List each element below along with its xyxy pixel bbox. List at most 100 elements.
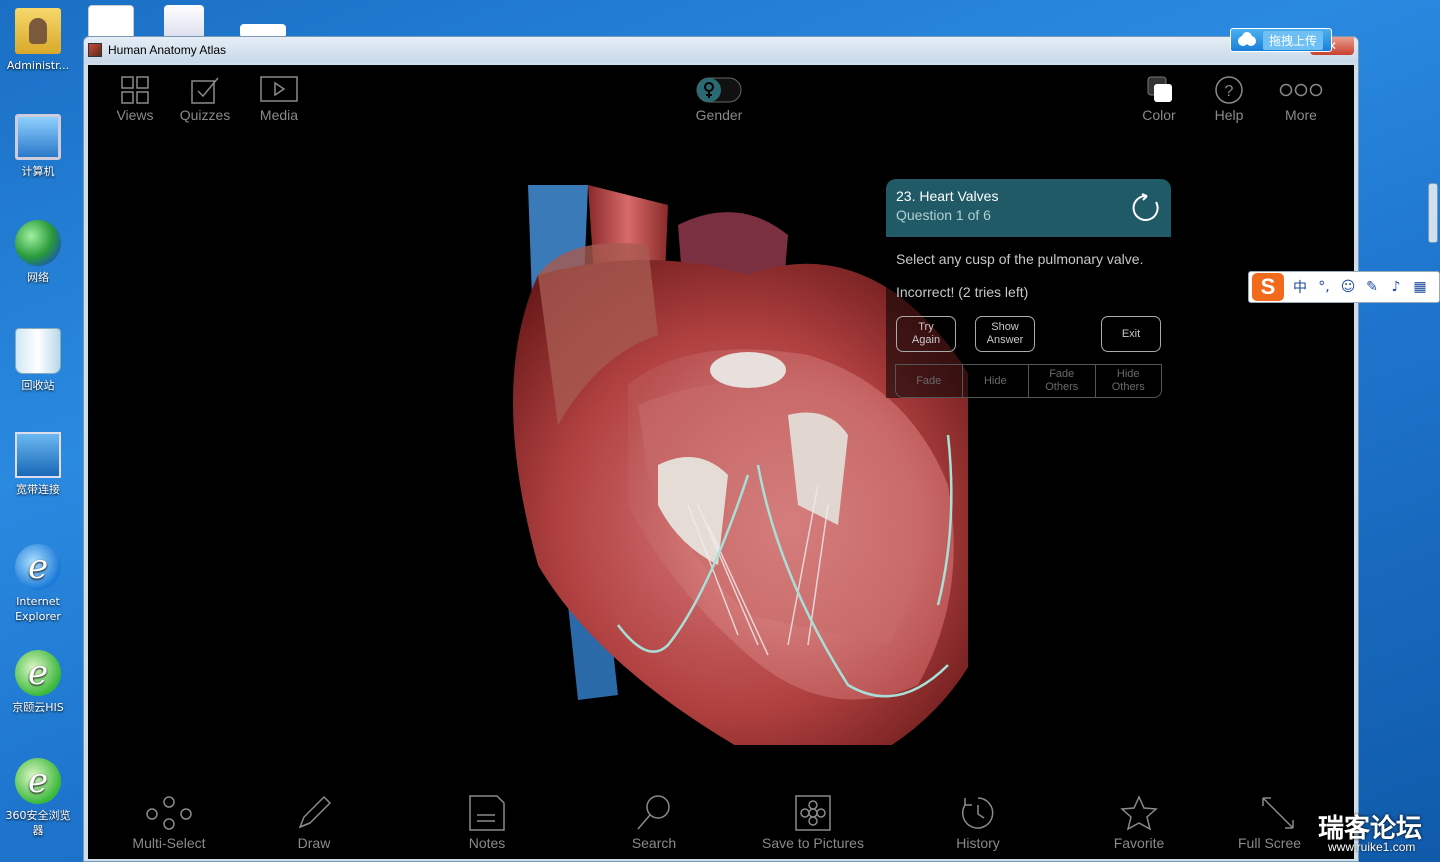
notes-icon	[469, 795, 505, 831]
history-button[interactable]: History	[918, 793, 1038, 851]
sogou-logo-icon[interactable]: S	[1252, 273, 1284, 301]
checkbox-icon	[191, 77, 219, 104]
camera-flower-icon	[795, 795, 831, 831]
desktop-icon-label: 360安全浏览器	[5, 809, 71, 837]
play-icon	[260, 76, 298, 102]
gender-toggle[interactable]: Gender	[684, 75, 754, 123]
views-button[interactable]: Views	[100, 75, 170, 123]
multi-select-icon	[146, 796, 192, 830]
pencil-icon	[298, 795, 332, 829]
sogou-ime-toolbar[interactable]: S 中 °, ☺ ✎ ♪ ▦	[1248, 271, 1440, 303]
media-label: Media	[259, 107, 299, 123]
desktop-icon-360-browser[interactable]: e 360安全浏览器	[2, 758, 74, 838]
quiz-question: Select any cusp of the pulmonary valve.	[896, 251, 1144, 267]
color-button[interactable]: Color	[1124, 75, 1194, 123]
show-answer-button[interactable]: Show Answer	[975, 316, 1035, 352]
quizzes-button[interactable]: Quizzes	[170, 75, 240, 123]
quiz-action-row: Fade Hide Fade Others Hide Others	[895, 364, 1162, 398]
window-titlebar[interactable]: Human Anatomy Atlas	[84, 37, 1358, 63]
full-screen-label: Full Scree	[1238, 835, 1302, 851]
desktop-icon-label: Administr...	[6, 59, 70, 72]
multi-select-button[interactable]: Multi-Select	[109, 793, 229, 851]
word-doc-icon-partial[interactable]	[164, 5, 204, 39]
recycle-bin-icon	[15, 328, 61, 374]
gender-label: Gender	[695, 107, 743, 123]
ime-chinese-mode[interactable]: 中	[1288, 277, 1312, 297]
microphone-icon[interactable]: ♪	[1384, 279, 1408, 295]
desktop-app-icon-partial[interactable]	[88, 5, 134, 39]
save-to-pictures-button[interactable]: Save to Pictures	[748, 793, 878, 851]
anatomy-app-icon	[88, 43, 102, 57]
quiz-panel: 23. Heart Valves Question 1 of 6 Select …	[886, 179, 1171, 398]
notes-button[interactable]: Notes	[427, 793, 547, 851]
desktop-icon-recycle-bin[interactable]: 回收站	[2, 328, 74, 393]
desktop-icon-broadband[interactable]: 宽带连接	[2, 432, 74, 497]
media-button[interactable]: Media	[244, 75, 314, 123]
draw-button[interactable]: Draw	[254, 793, 374, 851]
360-browser-icon: e	[15, 758, 61, 804]
desktop-icon-network[interactable]: 网络	[2, 220, 74, 285]
desktop-icon-his[interactable]: e 京颐云HIS	[2, 650, 74, 715]
app-window: Human Anatomy Atlas ✕ Views Quizzes Medi…	[83, 36, 1359, 862]
color-label: Color	[1142, 107, 1176, 123]
exit-button[interactable]: Exit	[1101, 316, 1161, 352]
try-again-button[interactable]: Try Again	[896, 316, 956, 352]
svg-text:?: ?	[1225, 83, 1234, 100]
window-title: Human Anatomy Atlas	[108, 43, 227, 57]
quiz-header: 23. Heart Valves Question 1 of 6	[886, 179, 1171, 237]
favorite-label: Favorite	[1113, 835, 1165, 851]
ime-punctuation-mode[interactable]: °,	[1312, 279, 1336, 295]
search-icon	[637, 795, 670, 830]
desktop-icon-label: 回收站	[21, 379, 55, 392]
views-label: Views	[116, 107, 154, 123]
favorite-button[interactable]: Favorite	[1079, 793, 1199, 851]
quiz-body: Select any cusp of the pulmonary valve. …	[886, 237, 1171, 398]
history-label: History	[956, 835, 1000, 851]
desktop-icon-internet-explorer[interactable]: e Internet Explorer	[2, 544, 74, 624]
draw-label: Draw	[297, 835, 331, 851]
hide-others-button[interactable]: Hide Others	[1096, 365, 1162, 397]
desktop-icon-label: 京颐云HIS	[12, 701, 64, 714]
more-dots-icon	[1279, 83, 1323, 97]
restart-icon[interactable]	[1131, 193, 1161, 223]
3d-viewport[interactable]: Views Quizzes Media Gender Color ? Help …	[88, 65, 1354, 859]
internet-explorer-icon: e	[15, 544, 61, 590]
cloud-upload-icon	[1238, 32, 1256, 46]
network-globe-icon	[15, 220, 61, 266]
quiz-feedback: Incorrect! (2 tries left)	[896, 284, 1029, 300]
hide-button[interactable]: Hide	[963, 365, 1029, 397]
quiz-button-group: Try Again Show Answer Exit	[896, 316, 1161, 364]
handwriting-icon[interactable]: ✎	[1360, 279, 1384, 295]
history-clock-icon	[961, 797, 994, 829]
quiz-progress: Question 1 of 6	[896, 207, 991, 223]
expand-arrows-icon	[1262, 797, 1294, 829]
emoji-icon[interactable]: ☺	[1336, 279, 1360, 295]
desktop-icon-label: Internet Explorer	[15, 595, 61, 623]
desktop-scrollbar[interactable]	[1428, 183, 1438, 243]
more-button[interactable]: More	[1266, 75, 1336, 123]
fade-others-button[interactable]: Fade Others	[1029, 365, 1096, 397]
drag-upload-widget[interactable]: 拖拽上传	[1230, 28, 1332, 52]
search-button[interactable]: Search	[594, 793, 714, 851]
broadband-connection-icon	[15, 432, 61, 478]
search-label: Search	[631, 835, 677, 851]
more-label: More	[1285, 107, 1317, 123]
notes-label: Notes	[468, 835, 506, 851]
help-button[interactable]: ? Help	[1194, 75, 1264, 123]
forum-watermark-url: www.ruike1.com	[1328, 840, 1416, 854]
toolbox-icon[interactable]: ▦	[1408, 279, 1432, 295]
grid-icon	[121, 76, 149, 104]
desktop-icon-computer[interactable]: 计算机	[2, 114, 74, 179]
fade-button[interactable]: Fade	[896, 365, 963, 397]
desktop-icon-admin[interactable]: Administr...	[2, 8, 74, 73]
help-icon: ?	[1215, 76, 1243, 104]
multi-select-label: Multi-Select	[132, 835, 206, 851]
quizzes-label: Quizzes	[179, 107, 231, 123]
desktop-icon-label: 网络	[27, 271, 49, 284]
desktop-icon-label: 计算机	[21, 165, 55, 178]
desktop-icon-label: 宽带连接	[16, 483, 60, 496]
quiz-title: 23. Heart Valves	[896, 188, 999, 204]
user-folder-icon	[15, 8, 61, 54]
drag-upload-label: 拖拽上传	[1263, 30, 1324, 50]
his-app-icon: e	[15, 650, 61, 696]
